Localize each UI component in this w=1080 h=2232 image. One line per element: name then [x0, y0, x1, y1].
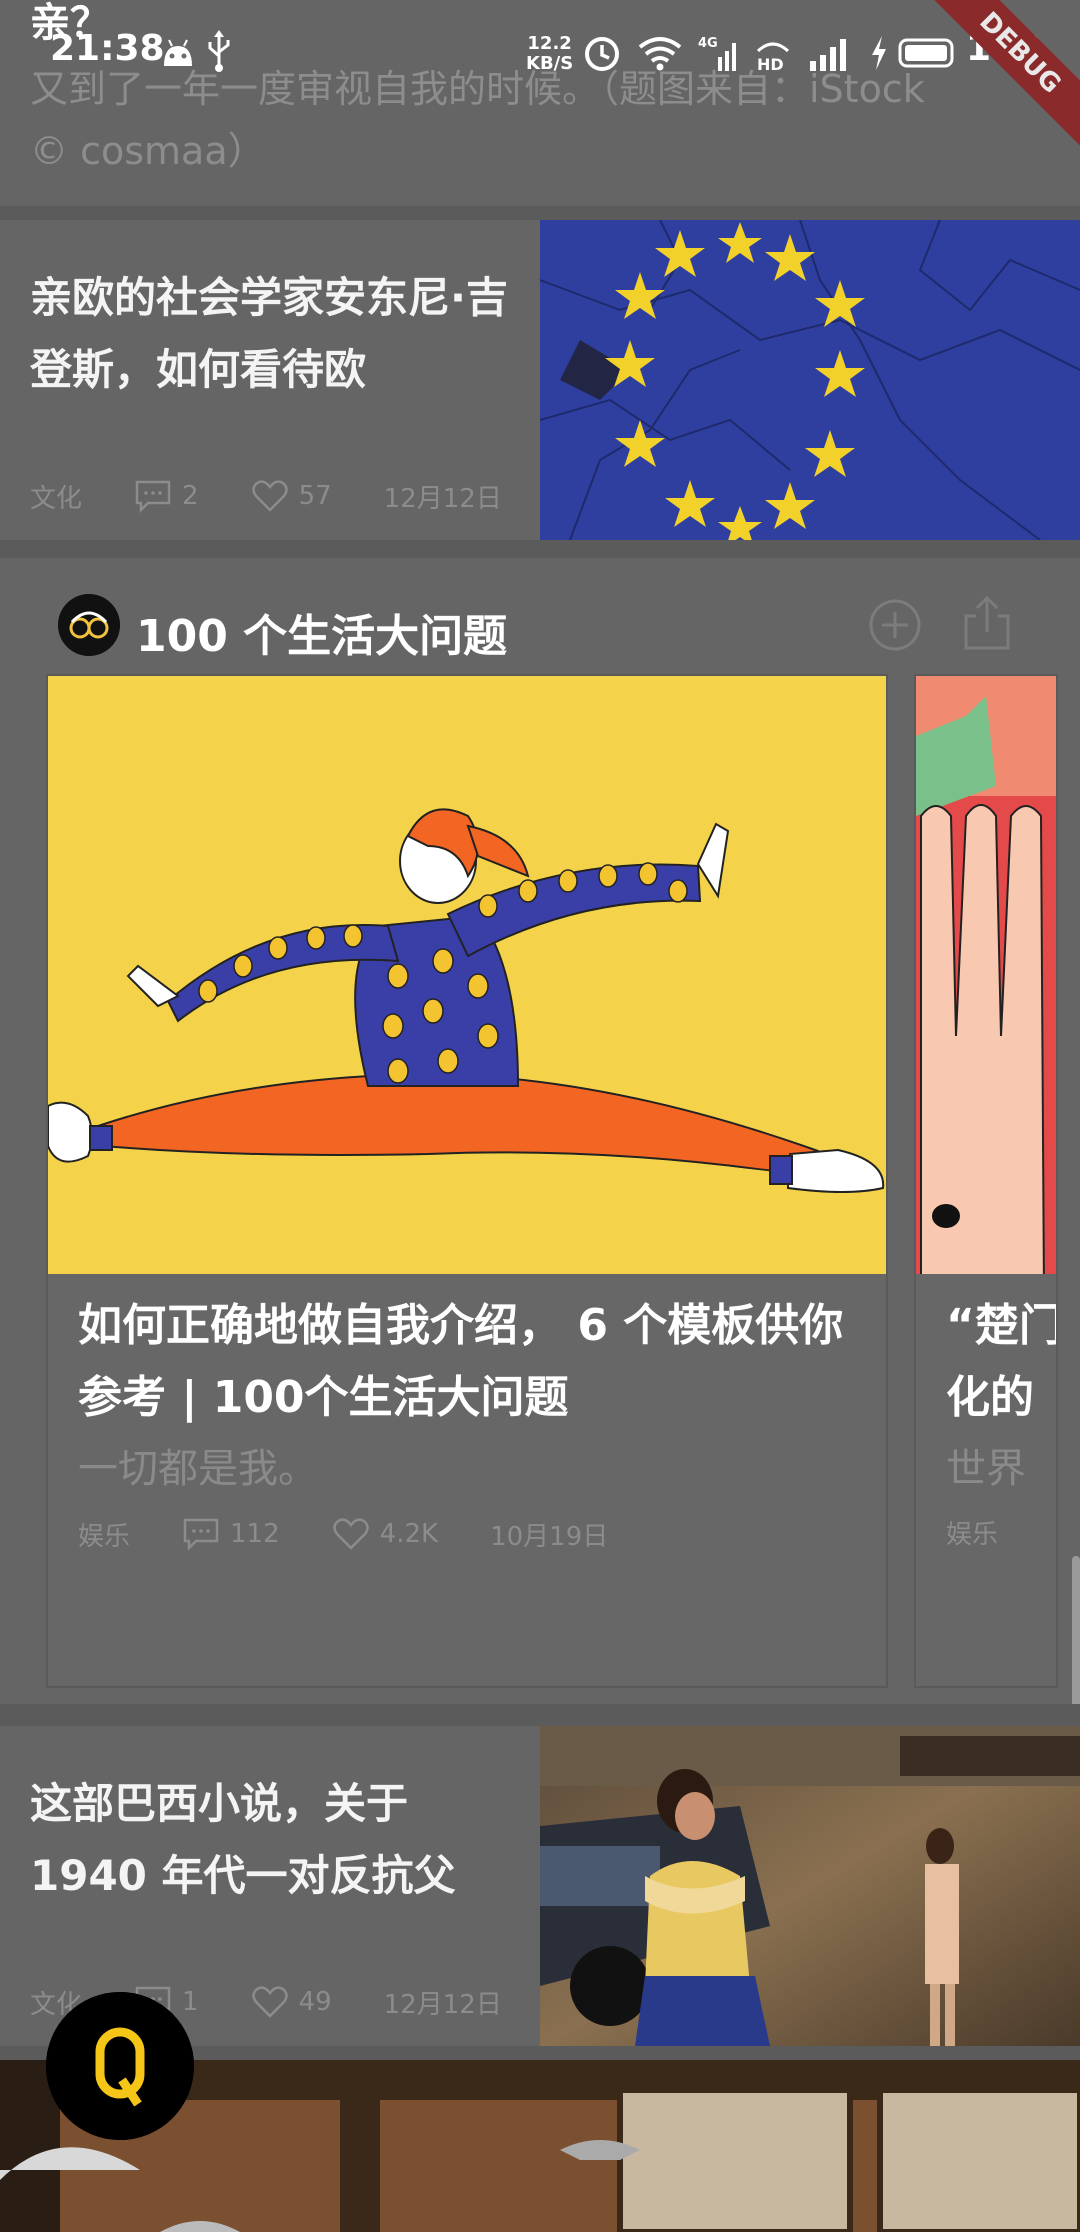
collection-logo-icon: [58, 594, 120, 656]
article-title: 亲欧的社会学家安东尼·吉登斯，如何看待欧: [30, 273, 508, 394]
article-thumbnail: [540, 1726, 1080, 2046]
eu-flag-image: [540, 220, 1080, 540]
article-card[interactable]: 亲欧的社会学家安东尼·吉登斯，如何看待欧 文化 2 57 12月12日: [0, 220, 1080, 540]
divider: [0, 540, 1080, 558]
like-count: 4.2K: [379, 1519, 439, 1549]
q-fab-button[interactable]: [46, 1992, 194, 2140]
comment-count: 112: [230, 1519, 280, 1549]
share-icon[interactable]: [960, 594, 1014, 652]
android-icon: [164, 39, 192, 66]
street-photo-image: [540, 1726, 1080, 2046]
article-title: 这部巴西小说，关于 1940 年代一对反抗父: [30, 1779, 456, 1900]
net-speed-unit: KB/S: [526, 53, 574, 74]
signal-4g-icon: 4G: [698, 36, 736, 71]
next-card-title-line: “楚门: [946, 1300, 1058, 1351]
feature-meta: 娱乐 112 4.2K 10月19日: [78, 1514, 618, 1554]
collection-title: 100 个生活大问题: [136, 611, 508, 662]
next-card-title-line: 化的: [946, 1372, 1034, 1423]
comment-count: 2: [182, 481, 199, 511]
heart-icon: [332, 1518, 369, 1550]
publish-date: 12月12日: [383, 483, 502, 514]
comment-icon: [183, 1518, 219, 1551]
status-icons: 4G HD: [582, 30, 888, 76]
feature-illustration: [48, 676, 886, 1274]
category-label: 娱乐: [78, 1521, 131, 1552]
like-count: 49: [298, 1987, 332, 2017]
collection-feature-card[interactable]: 如何正确地做自我介绍， 6 个模板供你参考 | 100个生活大问题 一切都是我。…: [46, 674, 888, 1688]
category-label: 文化: [30, 483, 83, 514]
publish-date: 10月19日: [490, 1521, 609, 1552]
status-bar: 21:38 12.2 KB/S 4G HD: [0, 0, 1080, 110]
next-card-category: 娱乐: [946, 1520, 999, 1550]
next-card-subtitle: 世界: [946, 1446, 1026, 1492]
q-logo-icon: [46, 1992, 194, 2140]
net-speed: 12.2 KB/S: [526, 34, 573, 74]
divider: [0, 206, 1080, 220]
usb-icon: [208, 30, 230, 72]
divider: [0, 1704, 1080, 1726]
charging-icon: [872, 36, 886, 70]
like-count: 57: [298, 481, 332, 511]
comment-icon: [135, 480, 171, 513]
svg-text:HD: HD: [757, 55, 784, 73]
heart-icon: [251, 480, 288, 512]
collection-next-card[interactable]: “楚门 化的 世界 娱乐: [914, 674, 1058, 1688]
hd-icon: HD: [756, 42, 790, 73]
article-meta: 文化 2 57 12月12日: [30, 476, 512, 516]
net-speed-value: 12.2: [527, 33, 572, 54]
feature-subtitle: 一切都是我。: [78, 1446, 318, 1492]
publish-date: 12月12日: [383, 1989, 502, 2020]
wifi-icon: [638, 37, 682, 71]
signal-icon: [810, 39, 846, 71]
alarm-icon: [585, 37, 619, 71]
add-icon[interactable]: [868, 598, 922, 652]
article-thumbnail: [540, 220, 1080, 540]
next-card-image: [916, 676, 1056, 1297]
svg-text:4G: 4G: [698, 36, 718, 51]
heart-icon: [251, 1986, 288, 2018]
feature-title: 如何正确地做自我介绍， 6 个模板供你参考 | 100个生活大问题: [78, 1300, 844, 1423]
battery-icon: [898, 38, 954, 68]
next-card-title: “楚门 化的: [946, 1290, 1058, 1434]
collection-section: 100 个生活大问题 如何正确地做自我介绍， 6 个模板供你参考 | 100个生…: [0, 558, 1080, 1704]
status-time: 21:38: [50, 28, 165, 69]
